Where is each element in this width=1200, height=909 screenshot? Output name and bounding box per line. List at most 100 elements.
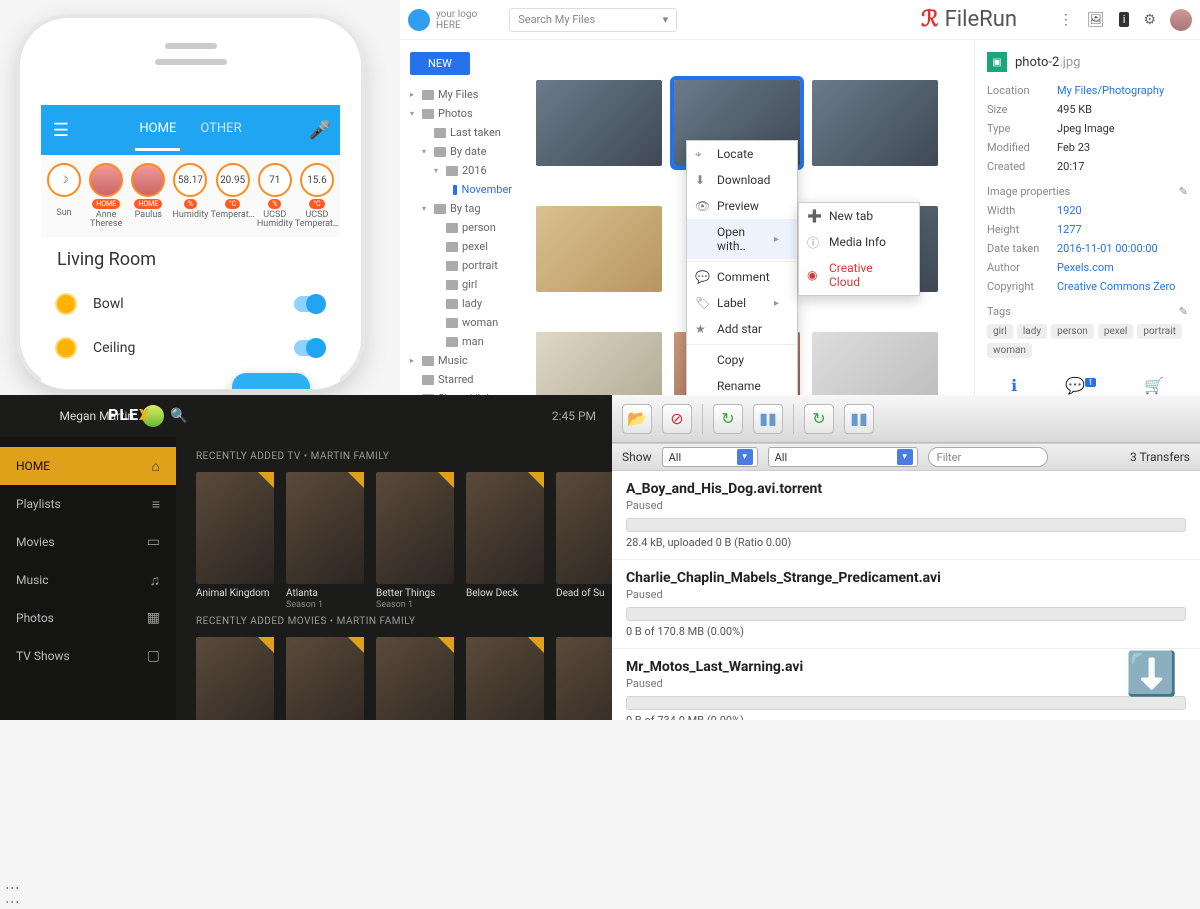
tree-item[interactable]: ▾2016 bbox=[406, 161, 512, 180]
prop-value[interactable]: Pexels.com bbox=[1057, 261, 1188, 274]
prop-value[interactable]: Creative Commons Zero bbox=[1057, 280, 1188, 293]
tag-chip[interactable]: person bbox=[1051, 324, 1094, 339]
context-item[interactable]: ➕New tab bbox=[799, 203, 919, 229]
prop-value[interactable]: 1920 bbox=[1057, 204, 1188, 217]
context-item[interactable]: ◉Creative Cloud bbox=[799, 255, 919, 295]
tree-item[interactable]: Starred bbox=[406, 370, 512, 389]
menu-icon[interactable]: ☰ bbox=[41, 120, 81, 141]
expand-icon[interactable]: ▾ bbox=[422, 204, 430, 213]
pause-all-button[interactable]: ▮▮ bbox=[844, 404, 874, 434]
drag-handle-icon[interactable]: ⋮⋮ bbox=[4, 881, 20, 909]
poster-card[interactable]: AtlantaSeason 1 bbox=[286, 472, 364, 610]
context-item[interactable]: ⌖Locate bbox=[687, 141, 797, 167]
context-item[interactable]: 💬Comment bbox=[687, 264, 797, 290]
prop-value[interactable]: 1277 bbox=[1057, 223, 1188, 236]
toggle-switch[interactable] bbox=[294, 296, 324, 312]
sensor-tile[interactable]: 58.17%Humidity bbox=[169, 163, 211, 229]
nav-item[interactable]: Music♫ bbox=[0, 561, 176, 599]
context-item[interactable]: ★Add star bbox=[687, 316, 797, 342]
context-item[interactable]: ⓘMedia Info bbox=[799, 229, 919, 255]
edit-icon[interactable]: ✎ bbox=[1179, 185, 1188, 198]
info-icon[interactable]: i bbox=[1119, 12, 1130, 27]
remove-button[interactable]: ⊘ bbox=[662, 404, 692, 434]
resume-button[interactable]: ↻ bbox=[713, 404, 743, 434]
expand-icon[interactable]: ▾ bbox=[434, 166, 442, 175]
prop-value[interactable]: My Files/Photography bbox=[1057, 84, 1188, 97]
tag-chip[interactable]: lady bbox=[1017, 324, 1047, 339]
image-icon[interactable]: 🖼 bbox=[1087, 12, 1105, 28]
tab-home[interactable]: HOME bbox=[135, 109, 180, 151]
nav-item[interactable]: TV Shows▢ bbox=[0, 637, 176, 675]
tree-item[interactable]: ▾By tag bbox=[406, 199, 512, 218]
pause-button[interactable]: ▮▮ bbox=[753, 404, 783, 434]
edit-icon[interactable]: ✎ bbox=[1179, 305, 1188, 318]
sensor-tile[interactable]: 71%UCSD Humidity bbox=[254, 163, 296, 229]
nav-item[interactable]: Playlists≡ bbox=[0, 485, 176, 523]
toggle-switch[interactable] bbox=[294, 340, 324, 356]
sensor-tile[interactable]: 15.6°CUCSD Temperat… bbox=[296, 163, 338, 229]
tree-item[interactable]: ▾Photos bbox=[406, 104, 512, 123]
torrent-row[interactable]: Mr_Motos_Last_Warning.aviPaused0 B of 73… bbox=[612, 649, 1200, 720]
context-item[interactable]: ⬇Download bbox=[687, 167, 797, 193]
sensor-tile[interactable]: HOMEPaulus bbox=[127, 163, 169, 229]
poster-card[interactable]: undefined bbox=[196, 637, 274, 720]
thumbnail[interactable] bbox=[812, 80, 938, 166]
tree-item[interactable]: ▾By date bbox=[406, 142, 512, 161]
new-button[interactable]: NEW bbox=[410, 52, 470, 75]
thumbnail[interactable] bbox=[536, 80, 662, 166]
nav-item[interactable]: Photos▦ bbox=[0, 599, 176, 637]
tree-item[interactable]: person bbox=[406, 218, 512, 237]
tree-item[interactable]: portrait bbox=[406, 256, 512, 275]
expand-icon[interactable]: ▸ bbox=[410, 356, 418, 365]
open-button[interactable]: 📂 bbox=[622, 404, 652, 434]
torrent-row[interactable]: Charlie_Chaplin_Mabels_Strange_Predicame… bbox=[612, 560, 1200, 649]
poster-card[interactable]: Dead of Su bbox=[556, 472, 612, 610]
tree-item[interactable]: ▸Music bbox=[406, 351, 512, 370]
poster-card[interactable]: undefined bbox=[556, 637, 612, 720]
tab-other[interactable]: OTHER bbox=[196, 109, 245, 151]
filter-status-select[interactable]: All▾ bbox=[662, 447, 758, 467]
tag-chip[interactable]: pexel bbox=[1098, 324, 1134, 339]
poster-card[interactable]: Animal Kingdom bbox=[196, 472, 274, 610]
sensor-tile[interactable]: 20.95°CTemperat… bbox=[212, 163, 254, 229]
poster-card[interactable]: Below Deck bbox=[466, 472, 544, 610]
nav-item[interactable]: HOME⌂ bbox=[0, 447, 176, 485]
tree-item[interactable]: man bbox=[406, 332, 512, 351]
tree-item[interactable]: girl bbox=[406, 275, 512, 294]
file-grid[interactable]: ⌖Locate⬇Download👁PreviewOpen with..▸💬Com… bbox=[518, 40, 974, 395]
expand-icon[interactable]: ▾ bbox=[422, 147, 430, 156]
expand-icon[interactable]: ▾ bbox=[410, 109, 418, 118]
tree-item[interactable]: woman bbox=[406, 313, 512, 332]
tree-item[interactable]: Last taken bbox=[406, 123, 512, 142]
more-icon[interactable]: ⋮ bbox=[1059, 12, 1073, 28]
context-item[interactable]: 🏷Label▸ bbox=[687, 290, 797, 316]
tree-item[interactable]: pexel bbox=[406, 237, 512, 256]
nav-item[interactable]: Movies▭ bbox=[0, 523, 176, 561]
poster-card[interactable]: Better ThingsSeason 1 bbox=[376, 472, 454, 610]
filter-tracker-select[interactable]: All▾ bbox=[768, 447, 918, 467]
filter-input[interactable]: Filter bbox=[928, 447, 1048, 467]
device-row[interactable]: Ceiling bbox=[57, 326, 324, 370]
expand-icon[interactable]: ▸ bbox=[410, 90, 418, 99]
tag-chip[interactable]: girl bbox=[987, 324, 1013, 339]
avatar[interactable] bbox=[1170, 9, 1192, 31]
context-item[interactable]: Copy bbox=[687, 347, 797, 373]
thumbnail[interactable] bbox=[536, 206, 662, 292]
search-input[interactable]: Search My Files ▾ bbox=[509, 8, 677, 32]
mic-icon[interactable]: 🎤 bbox=[300, 120, 340, 141]
resume-all-button[interactable]: ↻ bbox=[804, 404, 834, 434]
gear-icon[interactable]: ⚙ bbox=[1143, 12, 1156, 28]
torrent-row[interactable]: A_Boy_and_His_Dog.avi.torrentPaused28.4 … bbox=[612, 471, 1200, 560]
tree-item[interactable]: lady bbox=[406, 294, 512, 313]
prop-value[interactable]: 2016-11-01 00:00:00 bbox=[1057, 242, 1188, 255]
sensor-tile[interactable]: ☽Sun bbox=[43, 163, 85, 229]
tree-item[interactable]: November bbox=[406, 180, 512, 199]
home-assistant-icon[interactable]: ⌂ bbox=[232, 373, 310, 390]
poster-card[interactable]: undefined bbox=[286, 637, 364, 720]
sensor-tile[interactable]: HOMEAnne Therese bbox=[85, 163, 127, 229]
poster-card[interactable]: undefined bbox=[466, 637, 544, 720]
poster-card[interactable]: undefined bbox=[376, 637, 454, 720]
tree-item[interactable]: ▸My Files bbox=[406, 85, 512, 104]
device-row[interactable]: Bowl bbox=[57, 282, 324, 326]
context-item[interactable]: 👁Preview bbox=[687, 193, 797, 219]
